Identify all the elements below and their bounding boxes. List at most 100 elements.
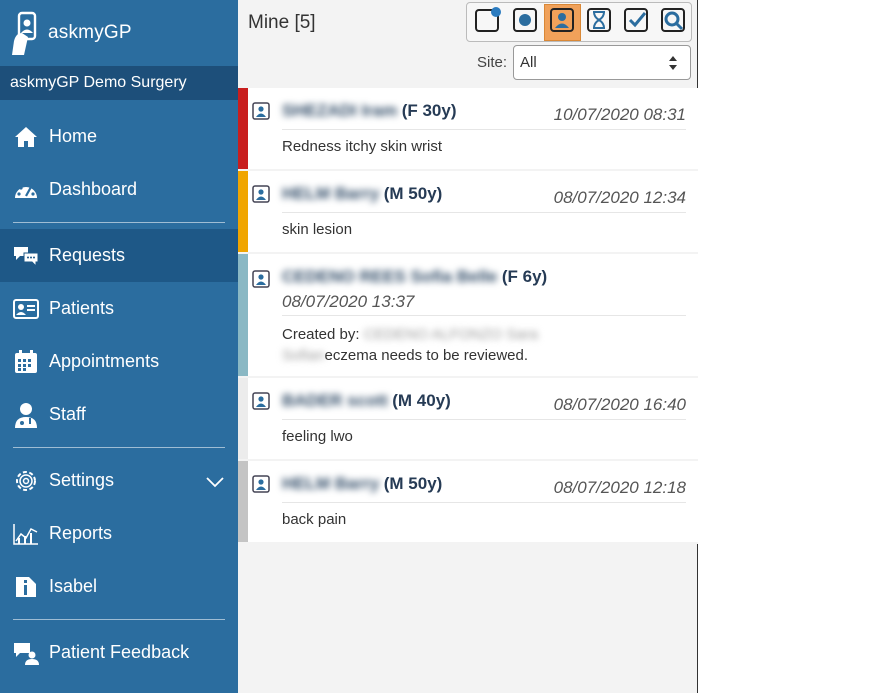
askmygp-logo-icon — [10, 11, 42, 55]
request-description: skin lesion — [282, 221, 353, 238]
id-card-icon — [13, 296, 39, 322]
nav-patients-label: Patients — [49, 298, 115, 318]
request-item[interactable]: HELM Barry (M 50y) 08/07/2020 12:34 skin… — [238, 171, 698, 254]
request-header: BADER scott (M 40y) 08/07/2020 16:40 — [282, 378, 686, 420]
request-description: Redness itchy skin wrist — [282, 138, 443, 155]
request-header: CEDENO REES Sofia Belle (F 6y) 08/07/202… — [282, 254, 686, 316]
patient-meta: (M 50y) — [383, 184, 443, 203]
nav-staff[interactable]: Staff — [0, 388, 238, 441]
requests-panel: Mine [5] Site: All SHEZADI Iram (F 30y) … — [238, 0, 698, 693]
nav-patients[interactable]: Patients — [0, 282, 238, 335]
nav-dashboard-label: Dashboard — [49, 179, 138, 199]
priority-bar — [238, 378, 248, 459]
waiting-icon — [585, 6, 613, 39]
site-select-value: All — [520, 54, 537, 71]
nav-reports[interactable]: Reports — [0, 507, 238, 560]
nav-requests-label: Requests — [49, 245, 126, 265]
page-title: Mine [5] — [248, 12, 316, 33]
nav-requests[interactable]: Requests — [0, 229, 238, 282]
filter-search-button[interactable] — [654, 4, 691, 41]
patient-name-wrap: SHEZADI Iram (F 30y) — [282, 101, 457, 121]
nav-appointments[interactable]: Appointments — [0, 335, 238, 388]
mine-icon — [548, 6, 576, 39]
detail-pane — [698, 0, 893, 693]
nav-divider — [13, 619, 225, 620]
patient-name: SHEZADI Iram — [282, 101, 398, 120]
priority-bar — [238, 254, 248, 376]
request-item[interactable]: HELM Barry (M 50y) 08/07/2020 12:18 back… — [238, 461, 698, 544]
patient-icon — [252, 102, 270, 120]
nav-settings-label: Settings — [49, 470, 115, 490]
patient-name: BADER scott — [282, 391, 388, 410]
request-header: SHEZADI Iram (F 30y) 10/07/2020 08:31 — [282, 88, 686, 130]
request-item[interactable]: BADER scott (M 40y) 08/07/2020 16:40 fee… — [238, 378, 698, 461]
dashboard-gauge-icon — [13, 177, 39, 203]
calendar-icon — [13, 349, 39, 375]
priority-bar — [238, 171, 248, 252]
requests-header: Mine [5] Site: All — [238, 0, 697, 88]
new-icon — [474, 6, 502, 39]
request-time: 08/07/2020 13:37 — [282, 292, 415, 311]
sidebar: askmyGP askmyGP Demo Surgery Home Dashbo… — [0, 0, 238, 693]
nav-reports-label: Reports — [49, 523, 113, 543]
patient-name-wrap: CEDENO REES Sofia Belle (F 6y) — [282, 267, 547, 287]
patient-meta: (M 50y) — [383, 474, 443, 493]
patient-meta: (F 6y) — [501, 267, 548, 286]
nav-divider — [13, 447, 225, 448]
brand-name: askmyGP — [48, 22, 132, 43]
patient-meta: (M 40y) — [392, 391, 451, 410]
created-by-label: Created by: — [282, 326, 360, 343]
isabel-icon — [13, 574, 39, 600]
select-caret-icon — [668, 55, 678, 75]
filter-waiting-button[interactable] — [581, 4, 618, 41]
nav-isabel[interactable]: Isabel — [0, 560, 238, 613]
filter-mine-button[interactable] — [543, 3, 581, 41]
nav-patient-feedback-label: Patient Feedback — [49, 642, 190, 662]
filter-open-button[interactable] — [507, 4, 544, 41]
chat-bubbles-icon — [13, 243, 39, 269]
request-description: back pain — [282, 511, 347, 528]
patient-name-wrap: HELM Barry (M 50y) — [282, 184, 442, 204]
chevron-down-icon[interactable] — [206, 472, 224, 493]
nav-dashboard[interactable]: Dashboard — [0, 163, 238, 216]
request-description: eczema needs to be reviewed. — [324, 347, 528, 364]
request-item[interactable]: CEDENO REES Sofia Belle (F 6y) 08/07/202… — [238, 254, 698, 378]
patient-icon — [252, 475, 270, 493]
nav-patient-feedback[interactable]: Patient Feedback — [0, 626, 238, 679]
request-list: SHEZADI Iram (F 30y) 10/07/2020 08:31 Re… — [238, 88, 698, 544]
site-select[interactable]: All — [513, 45, 691, 80]
request-header: HELM Barry (M 50y) 08/07/2020 12:34 — [282, 171, 686, 213]
request-time: 10/07/2020 08:31 — [553, 105, 686, 124]
request-time: 08/07/2020 12:34 — [553, 188, 686, 207]
nav-appointments-label: Appointments — [49, 351, 160, 371]
priority-bar — [238, 88, 248, 169]
patient-icon — [252, 392, 270, 410]
patient-icon — [252, 270, 270, 288]
patient-name: HELM Barry — [282, 474, 380, 493]
nav-home-label: Home — [49, 126, 98, 146]
request-time: 08/07/2020 16:40 — [553, 395, 686, 414]
priority-bar — [238, 461, 248, 542]
nav-home[interactable]: Home — [0, 110, 238, 163]
doctor-icon — [13, 402, 39, 428]
nav-divider — [13, 222, 225, 223]
patient-name: CEDENO REES Sofia Belle — [282, 267, 498, 286]
request-description: feeling lwo — [282, 428, 353, 445]
practice-name: askmyGP Demo Surgery — [0, 66, 238, 100]
patient-name-wrap: BADER scott (M 40y) — [282, 391, 451, 411]
completed-icon — [622, 6, 650, 39]
filter-new-button[interactable] — [470, 4, 507, 41]
request-header: HELM Barry (M 50y) 08/07/2020 12:18 — [282, 461, 686, 503]
brand[interactable]: askmyGP — [0, 0, 238, 66]
patient-name-wrap: HELM Barry (M 50y) — [282, 474, 442, 494]
gear-icon — [13, 468, 39, 494]
feedback-icon — [13, 640, 39, 666]
nav-settings[interactable]: Settings — [0, 454, 238, 507]
request-description-wrap: Created by: CEDENO ALFONZO Sara Sofianec… — [282, 316, 572, 366]
app-window: askmyGP askmyGP Demo Surgery Home Dashbo… — [0, 0, 893, 693]
filter-completed-button[interactable] — [617, 4, 654, 41]
chart-icon — [13, 521, 39, 547]
home-icon — [13, 124, 39, 150]
request-item[interactable]: SHEZADI Iram (F 30y) 10/07/2020 08:31 Re… — [238, 88, 698, 171]
filter-toolbar — [466, 2, 692, 42]
